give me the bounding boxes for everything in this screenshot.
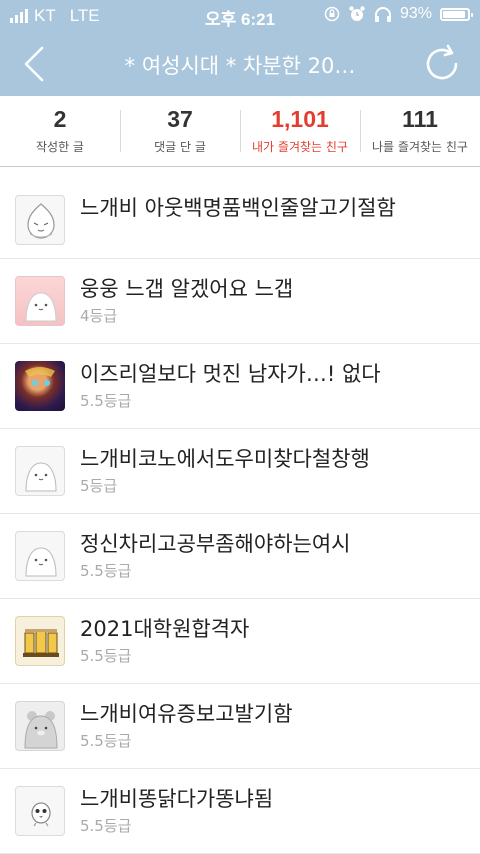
friend-name: 느개비 아웃백명품백인줄알고기절함 <box>80 196 396 220</box>
list-item[interactable]: 느개비코노에서도우미찾다철창행 5등급 <box>0 429 480 514</box>
list-item[interactable]: 느개비똥닭다가똥냐됨 5.5등급 <box>0 769 480 854</box>
friend-grade: 5.5등급 <box>80 732 132 750</box>
list-item[interactable]: 느개비여유증보고발기함 5.5등급 <box>0 684 480 769</box>
stat-value: 1,101 <box>271 106 329 132</box>
friend-name: 이즈리얼보다 멋진 남자가…! 없다 <box>80 362 381 386</box>
chick-character-icon <box>15 786 65 836</box>
list-item[interactable]: 이즈리얼보다 멋진 남자가…! 없다 5.5등급 <box>0 344 480 429</box>
nav-bar: * 여성시대 * 차분한 20… <box>0 32 480 96</box>
list-item[interactable]: 정신차리고공부좀해야하는여시 5.5등급 <box>0 514 480 599</box>
friend-name: 느개비똥닭다가똥냐됨 <box>80 787 274 811</box>
battery-percent: 93% <box>399 5 432 22</box>
stat-posts[interactable]: 2 작성한 글 <box>0 96 120 166</box>
header: KT LTE 오후 6:21 93% * 여성시대 * 차분한 20… <box>0 0 480 96</box>
stat-label: 작성한 글 <box>36 140 84 154</box>
status-bar: KT LTE 오후 6:21 93% <box>0 0 480 32</box>
stat-value: 111 <box>402 106 438 132</box>
stat-label: 내가 즐겨찾는 친구 <box>252 140 348 154</box>
list-item[interactable]: 웅웅 느갭 알겠어요 느갭 4등급 <box>0 259 480 344</box>
stat-comments[interactable]: 37 댓글 단 글 <box>120 96 240 166</box>
peach-character-icon <box>15 195 65 245</box>
friend-grade: 4등급 <box>80 307 118 325</box>
stat-label: 나를 즐겨찾는 친구 <box>372 140 468 154</box>
stat-value: 37 <box>167 106 193 132</box>
back-button[interactable] <box>14 42 58 86</box>
friend-name: 정신차리고공부좀해야하는여시 <box>80 532 351 556</box>
friend-name: 느개비여유증보고발기함 <box>80 702 293 726</box>
friend-grade: 5.5등급 <box>80 562 132 580</box>
stat-value: 2 <box>53 106 67 132</box>
list-item[interactable]: 느개비 아웃백명품백인줄알고기절함 <box>0 178 480 259</box>
blob-character-icon <box>15 531 65 581</box>
page-title: * 여성시대 * 차분한 20… <box>124 54 356 78</box>
jars-illustration <box>15 616 65 666</box>
rotation-lock-icon <box>324 6 340 22</box>
friend-grade: 5.5등급 <box>80 817 132 835</box>
battery-icon <box>440 7 473 21</box>
stat-my-favorites[interactable]: 1,101 내가 즐겨찾는 친구 <box>240 96 360 166</box>
headphones-icon <box>374 7 391 22</box>
blob-character-icon <box>15 276 65 326</box>
alarm-icon <box>349 6 365 21</box>
game-character-photo <box>15 361 65 411</box>
friend-name: 느개비코노에서도우미찾다철창행 <box>80 447 370 471</box>
friend-grade: 5.5등급 <box>80 392 132 410</box>
refresh-button[interactable] <box>418 40 466 88</box>
friend-grade: 5.5등급 <box>80 647 132 665</box>
friend-name: 웅웅 느갭 알겠어요 느갭 <box>80 277 294 301</box>
bear-character-icon <box>15 701 65 751</box>
list-item[interactable]: 2021대학원합격자 5.5등급 <box>0 599 480 684</box>
blob-character-icon <box>15 446 65 496</box>
stat-favorited-by[interactable]: 111 나를 즐겨찾는 친구 <box>360 96 480 166</box>
friend-name: 2021대학원합격자 <box>80 617 250 641</box>
friend-grade: 5등급 <box>80 477 118 495</box>
friend-list: 느개비 아웃백명품백인줄알고기절함 웅웅 느갭 알겠어요 느갭 4등급 이즈리얼… <box>0 178 480 854</box>
stat-label: 댓글 단 글 <box>154 140 206 154</box>
stats-bar: 2 작성한 글 37 댓글 단 글 1,101 내가 즐겨찾는 친구 111 나… <box>0 96 480 167</box>
